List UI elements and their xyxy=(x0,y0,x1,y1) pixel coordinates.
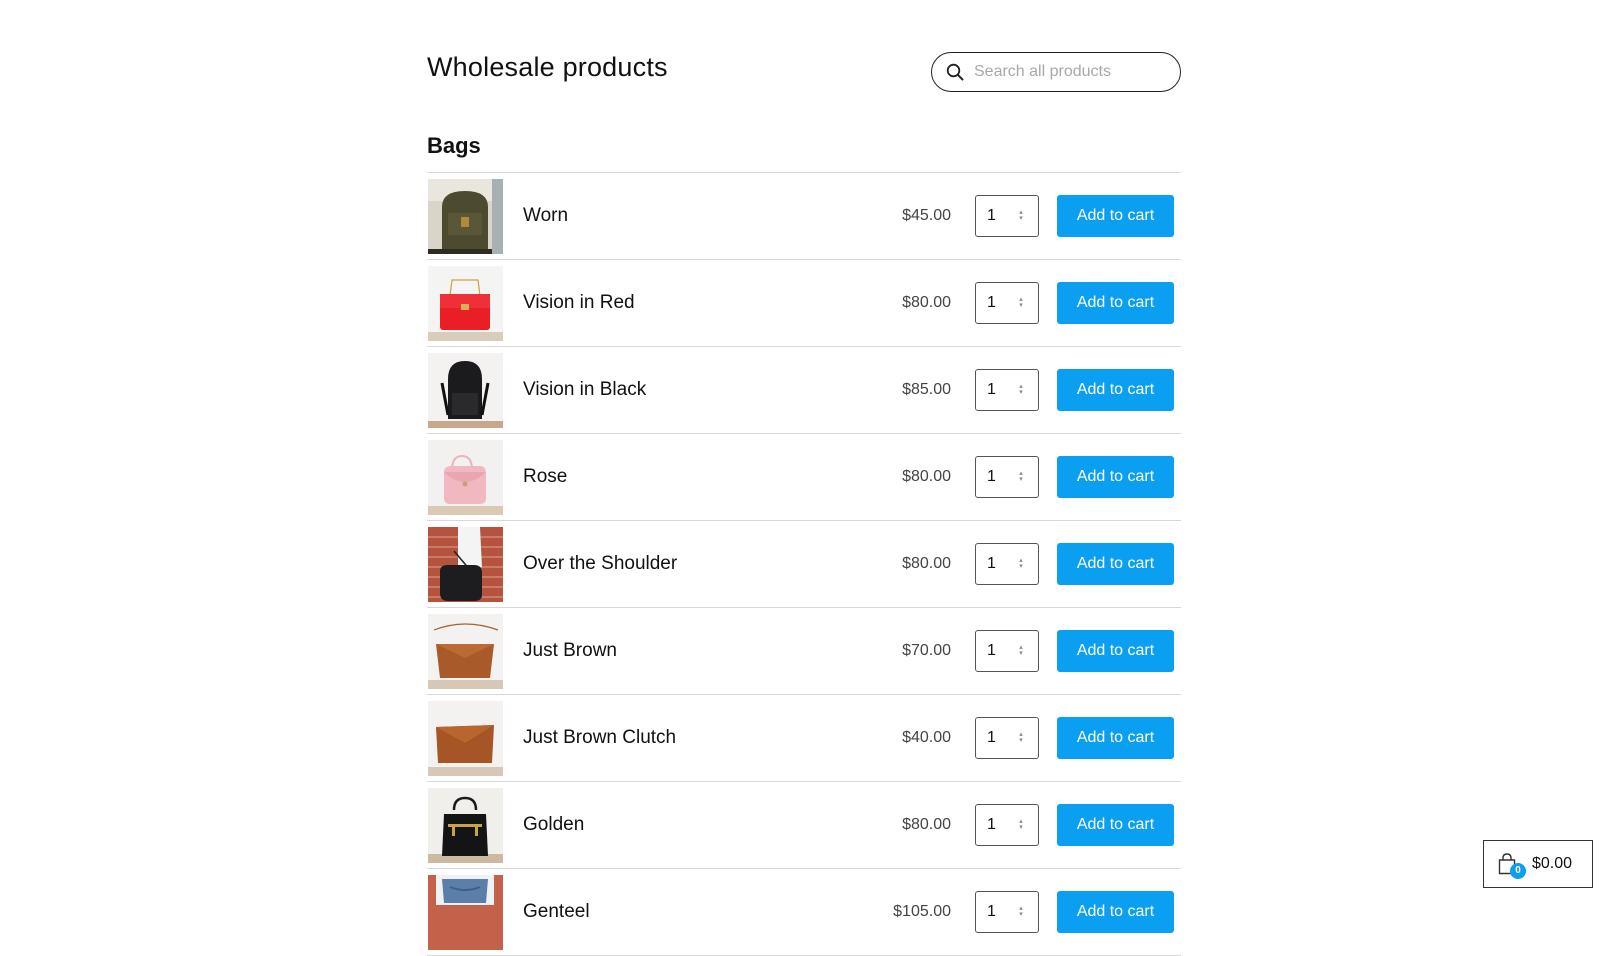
quantity-spinner-icon[interactable]: ▴ ▾ xyxy=(1016,209,1026,222)
product-price: $80.00 xyxy=(902,816,951,833)
product-image[interactable] xyxy=(428,353,503,428)
product-price: $40.00 xyxy=(902,729,951,746)
add-to-cart-button[interactable]: Add to cart xyxy=(1057,543,1174,585)
product-list: Worn $45.00 1 ▴ ▾ Add to cart Vision in R… xyxy=(427,172,1181,956)
quantity-input[interactable]: 1 ▴ ▾ xyxy=(975,717,1039,759)
product-image[interactable] xyxy=(428,179,503,254)
product-row: Just Brown Clutch $40.00 1 ▴ ▾ Add to car… xyxy=(427,695,1181,782)
add-to-cart-button[interactable]: Add to cart xyxy=(1057,456,1174,498)
quantity-input[interactable]: 1 ▴ ▾ xyxy=(975,630,1039,672)
add-to-cart-button[interactable]: Add to cart xyxy=(1057,195,1174,237)
search-icon xyxy=(946,63,964,81)
quantity-value: 1 xyxy=(987,642,996,659)
quantity-value: 1 xyxy=(987,207,996,224)
page-title: Wholesale products xyxy=(427,52,668,82)
product-name[interactable]: Just Brown xyxy=(523,608,617,694)
product-image[interactable] xyxy=(428,266,503,341)
quantity-spinner-icon[interactable]: ▴ ▾ xyxy=(1016,818,1026,831)
quantity-value: 1 xyxy=(987,381,996,398)
quantity-spinner-icon[interactable]: ▴ ▾ xyxy=(1016,557,1026,570)
add-to-cart-button[interactable]: Add to cart xyxy=(1057,891,1174,933)
quantity-input[interactable]: 1 ▴ ▾ xyxy=(975,456,1039,498)
quantity-spinner-icon[interactable]: ▴ ▾ xyxy=(1016,644,1026,657)
product-price: $80.00 xyxy=(902,294,951,311)
product-name[interactable]: Vision in Black xyxy=(523,347,646,433)
product-row: Over the Shoulder $80.00 1 ▴ ▾ Add to car… xyxy=(427,521,1181,608)
product-image[interactable] xyxy=(428,440,503,515)
quantity-spinner-icon[interactable]: ▴ ▾ xyxy=(1016,383,1026,396)
quantity-input[interactable]: 1 ▴ ▾ xyxy=(975,804,1039,846)
product-row: Golden $80.00 1 ▴ ▾ Add to cart xyxy=(427,782,1181,869)
product-image[interactable] xyxy=(428,527,503,602)
cart-widget[interactable]: 0 $0.00 xyxy=(1483,840,1593,888)
cart-icon-wrapper: 0 xyxy=(1498,853,1526,879)
quantity-input[interactable]: 1 ▴ ▾ xyxy=(975,369,1039,411)
product-row: Just Brown $70.00 1 ▴ ▾ Add to cart xyxy=(427,608,1181,695)
product-row: Rose $80.00 1 ▴ ▾ Add to cart xyxy=(427,434,1181,521)
product-page: Wholesale products Bags xyxy=(427,0,1181,956)
product-price: $105.00 xyxy=(893,903,951,920)
quantity-input[interactable]: 1 ▴ ▾ xyxy=(975,195,1039,237)
add-to-cart-button[interactable]: Add to cart xyxy=(1057,630,1174,672)
quantity-value: 1 xyxy=(987,816,996,833)
product-row: Worn $45.00 1 ▴ ▾ Add to cart xyxy=(427,173,1181,260)
search-box[interactable] xyxy=(931,52,1181,92)
product-name[interactable]: Over the Shoulder xyxy=(523,521,677,607)
quantity-input[interactable]: 1 ▴ ▾ xyxy=(975,282,1039,324)
product-price: $85.00 xyxy=(902,381,951,398)
product-name[interactable]: Golden xyxy=(523,782,584,868)
quantity-spinner-icon[interactable]: ▴ ▾ xyxy=(1016,731,1026,744)
product-price: $80.00 xyxy=(902,555,951,572)
product-price: $80.00 xyxy=(902,468,951,485)
product-image[interactable] xyxy=(428,614,503,689)
add-to-cart-button[interactable]: Add to cart xyxy=(1057,717,1174,759)
quantity-input[interactable]: 1 ▴ ▾ xyxy=(975,891,1039,933)
cart-total: $0.00 xyxy=(1532,855,1573,872)
quantity-value: 1 xyxy=(987,729,996,746)
quantity-spinner-icon[interactable]: ▴ ▾ xyxy=(1016,296,1026,309)
add-to-cart-button[interactable]: Add to cart xyxy=(1057,369,1174,411)
page-header: Wholesale products xyxy=(427,0,1181,144)
product-image[interactable] xyxy=(428,875,503,950)
product-name[interactable]: Just Brown Clutch xyxy=(523,695,676,781)
quantity-value: 1 xyxy=(987,903,996,920)
quantity-value: 1 xyxy=(987,555,996,572)
add-to-cart-button[interactable]: Add to cart xyxy=(1057,804,1174,846)
quantity-input[interactable]: 1 ▴ ▾ xyxy=(975,543,1039,585)
cart-count-badge: 0 xyxy=(1510,863,1526,879)
quantity-value: 1 xyxy=(987,294,996,311)
product-row: Vision in Black $85.00 1 ▴ ▾ Add to cart xyxy=(427,347,1181,434)
product-row: Genteel $105.00 1 ▴ ▾ Add to cart xyxy=(427,869,1181,956)
product-row: Vision in Red $80.00 1 ▴ ▾ Add to cart xyxy=(427,260,1181,347)
product-name[interactable]: Genteel xyxy=(523,869,590,955)
product-image[interactable] xyxy=(428,701,503,776)
section-title-bags: Bags xyxy=(427,133,481,158)
product-name[interactable]: Rose xyxy=(523,434,567,520)
add-to-cart-button[interactable]: Add to cart xyxy=(1057,282,1174,324)
quantity-value: 1 xyxy=(987,468,996,485)
product-name[interactable]: Worn xyxy=(523,173,568,259)
product-price: $45.00 xyxy=(902,207,951,224)
product-price: $70.00 xyxy=(902,642,951,659)
product-name[interactable]: Vision in Red xyxy=(523,260,635,346)
product-image[interactable] xyxy=(428,788,503,863)
quantity-spinner-icon[interactable]: ▴ ▾ xyxy=(1016,470,1026,483)
search-input[interactable] xyxy=(972,62,1166,82)
quantity-spinner-icon[interactable]: ▴ ▾ xyxy=(1016,905,1026,918)
